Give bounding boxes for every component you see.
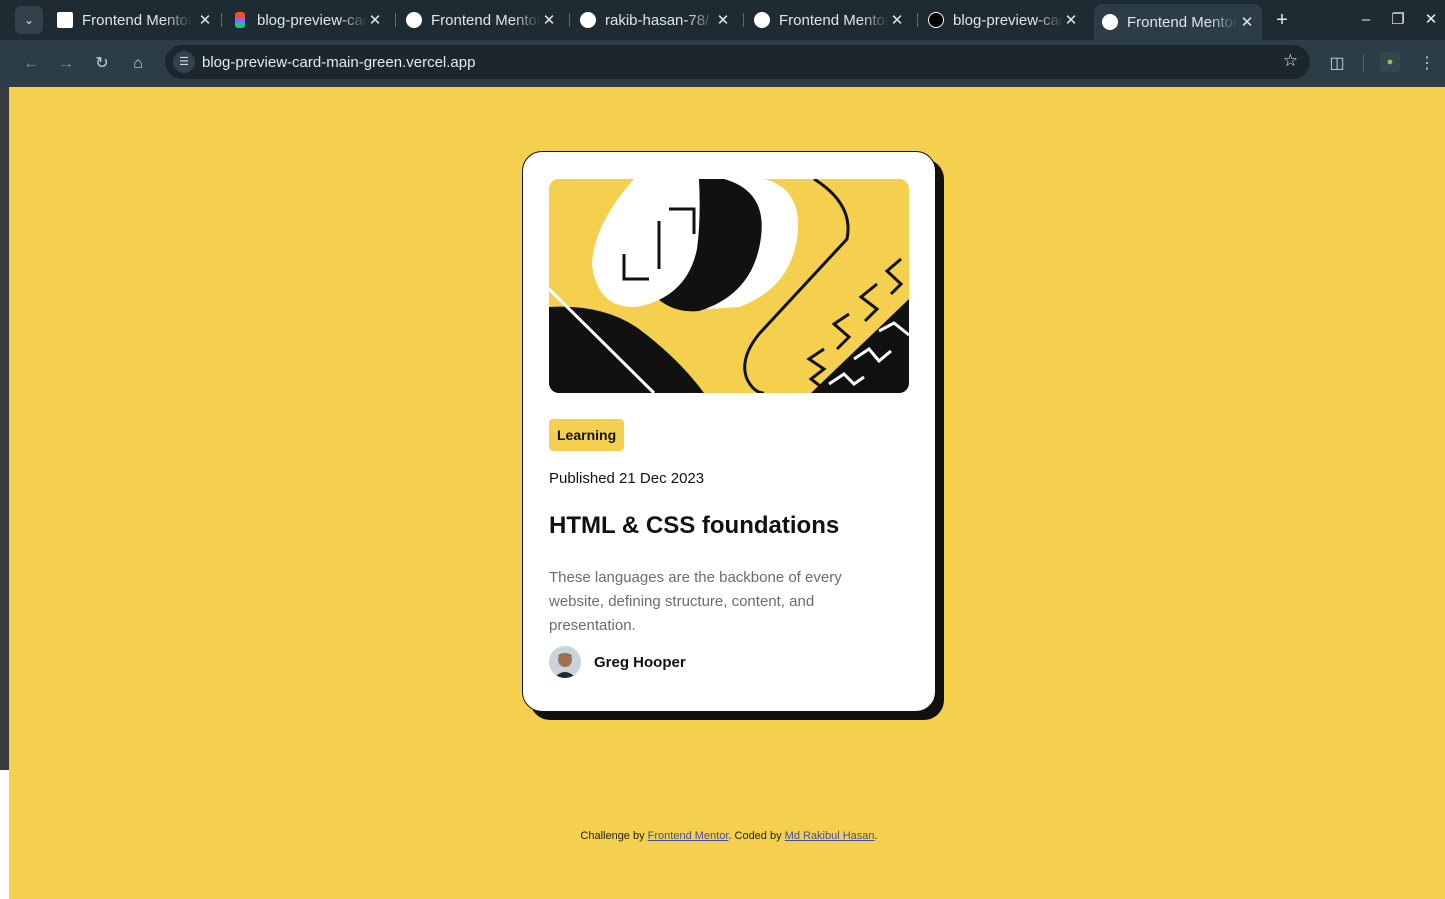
bookmark-star-icon[interactable]: ☆ <box>1283 51 1298 71</box>
illustration-svg <box>549 179 909 393</box>
tab-2[interactable]: Frontend Mentor ✕ <box>406 6 556 34</box>
reload-button[interactable]: ↻ <box>89 51 115 77</box>
attribution-footer: Challenge by Frontend Mentor. Coded by M… <box>9 830 1445 842</box>
arrow-right-icon: → <box>58 55 74 72</box>
background-window-edge <box>0 87 9 899</box>
author-name: Greg Hooper <box>594 653 686 671</box>
card-title[interactable]: HTML & CSS foundations <box>549 512 839 540</box>
menu-button[interactable]: ⋮ <box>1414 51 1440 77</box>
tab-divider <box>569 13 570 27</box>
close-window-button[interactable]: ✕ <box>1419 8 1443 32</box>
avatar <box>549 646 581 678</box>
tab-title: Frontend Mentor <box>1127 13 1237 31</box>
background-window-edge-light <box>0 770 9 899</box>
minimize-icon: – <box>1361 11 1371 28</box>
tab-6-active[interactable]: Frontend Mentor ✕ <box>1094 4 1262 40</box>
tab-divider <box>395 13 396 27</box>
chevron-down-icon: ⌄ <box>23 13 35 27</box>
home-button[interactable]: ⌂ <box>125 51 151 77</box>
frontend-mentor-icon <box>406 12 422 28</box>
tab-title: rakib-hasan-78/ <box>605 11 710 29</box>
author: Greg Hooper <box>549 646 686 678</box>
close-icon[interactable]: ✕ <box>198 11 212 29</box>
browser-toolbar: ← → ↻ ⌂ ☰ blog-preview-card-main-green.v… <box>0 40 1445 87</box>
extensions-button[interactable]: ◫ <box>1324 51 1350 77</box>
tab-divider <box>917 13 918 27</box>
tab-divider <box>221 13 222 27</box>
toolbar-divider <box>1363 54 1364 72</box>
tab-search-button[interactable]: ⌄ <box>15 6 43 34</box>
illustration-image <box>549 179 909 393</box>
tab-title: blog-preview-card <box>953 11 1063 29</box>
tab-strip: ⌄ Frontend Mentor ✕ blog-preview-card ✕ … <box>0 0 1445 40</box>
vercel-icon <box>928 12 944 28</box>
tab-5[interactable]: blog-preview-card ✕ <box>928 6 1078 34</box>
back-button[interactable]: ← <box>18 51 44 77</box>
more-vert-icon: ⋮ <box>1419 55 1435 72</box>
url-text[interactable]: blog-preview-card-main-green.vercel.app <box>202 54 475 71</box>
frontend-mentor-link[interactable]: Frontend Mentor <box>648 830 729 842</box>
tab-divider <box>743 13 744 27</box>
tab-title: Frontend Mentor <box>431 11 541 29</box>
author-link[interactable]: Md Rakibul Hasan <box>785 830 875 842</box>
card-description: These languages are the backbone of ever… <box>549 569 842 634</box>
published-date: Published 21 Dec 2023 <box>549 470 705 487</box>
address-bar[interactable]: ☰ blog-preview-card-main-green.vercel.ap… <box>165 45 1310 79</box>
frontend-mentor-icon <box>57 12 73 28</box>
blog-preview-card: Learning Published 21 Dec 2023 HTML & CS… <box>522 151 936 712</box>
frontend-mentor-icon <box>754 12 770 28</box>
frontend-mentor-icon <box>1102 14 1118 30</box>
page-viewport: Learning Published 21 Dec 2023 HTML & CS… <box>9 87 1445 899</box>
close-icon[interactable]: ✕ <box>542 11 556 29</box>
figma-icon <box>235 12 245 28</box>
site-info-icon[interactable]: ☰ <box>173 51 195 73</box>
tab-title: blog-preview-card <box>257 11 367 29</box>
tab-0[interactable]: Frontend Mentor ✕ <box>57 6 212 34</box>
minimize-button[interactable]: – <box>1354 8 1378 32</box>
new-tab-button[interactable]: + <box>1270 6 1294 34</box>
arrow-left-icon: ← <box>23 55 39 72</box>
close-icon[interactable]: ✕ <box>716 11 730 29</box>
forward-button[interactable]: → <box>53 51 79 77</box>
tab-title: Frontend Mentor <box>82 11 192 29</box>
profile-avatar[interactable]: ● <box>1380 52 1400 72</box>
footer-text: . Coded by <box>728 830 785 842</box>
footer-text: Challenge by <box>580 830 648 842</box>
tab-1[interactable]: blog-preview-card ✕ <box>232 6 382 34</box>
footer-text: . <box>874 830 878 842</box>
restore-icon: ❐ <box>1391 11 1405 28</box>
puzzle-icon: ◫ <box>1329 55 1345 72</box>
close-icon[interactable]: ✕ <box>890 11 904 29</box>
close-icon: ✕ <box>1424 11 1438 28</box>
home-icon: ⌂ <box>133 55 143 72</box>
close-icon[interactable]: ✕ <box>1240 13 1254 31</box>
restore-button[interactable]: ❐ <box>1386 8 1410 32</box>
reload-icon: ↻ <box>95 55 109 72</box>
close-icon[interactable]: ✕ <box>1064 11 1078 29</box>
github-icon <box>580 12 596 28</box>
tab-3[interactable]: rakib-hasan-78/ ✕ <box>580 6 730 34</box>
category-tag: Learning <box>549 419 625 451</box>
avatar-image <box>549 646 581 678</box>
tab-4[interactable]: Frontend Mentor ✕ <box>754 6 904 34</box>
tab-title: Frontend Mentor <box>779 11 889 29</box>
close-icon[interactable]: ✕ <box>368 11 382 29</box>
plus-icon: + <box>1276 9 1288 31</box>
